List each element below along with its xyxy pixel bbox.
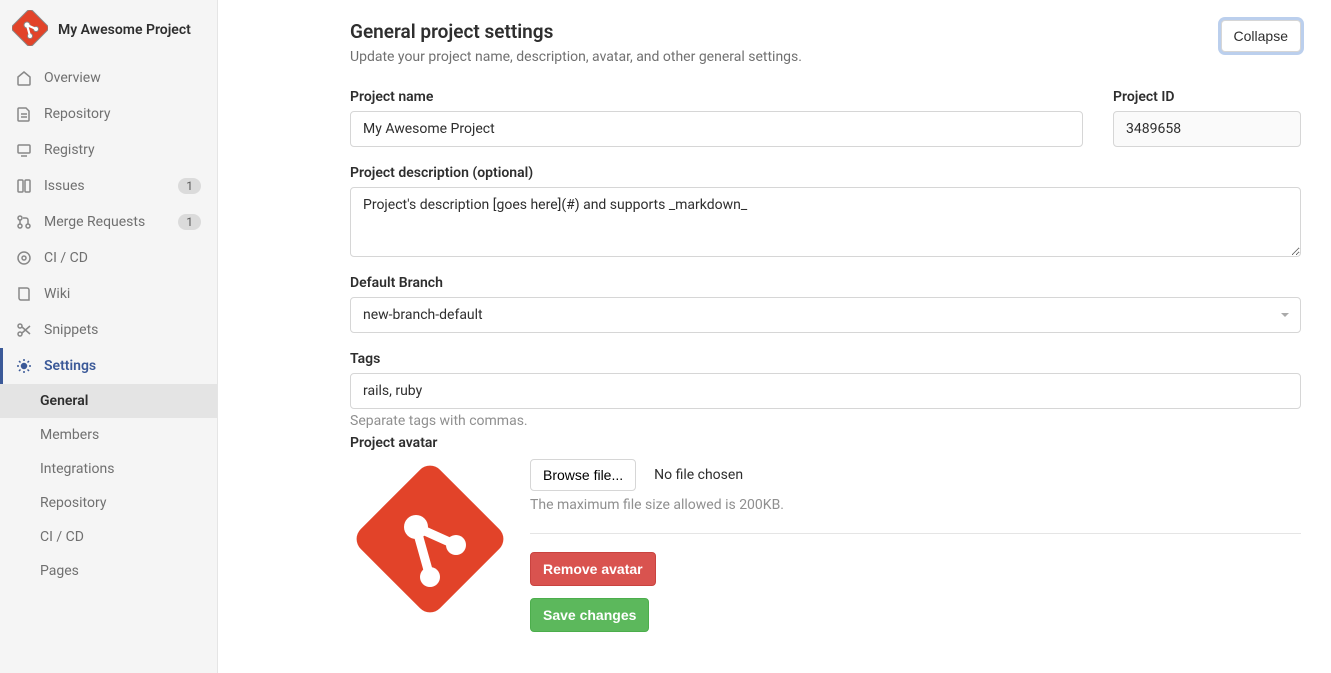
- save-changes-button[interactable]: Save changes: [530, 598, 649, 632]
- project-id-label: Project ID: [1113, 89, 1301, 105]
- avatar-help-text: The maximum file size allowed is 200KB.: [530, 497, 1301, 513]
- page-subtitle: Update your project name, description, a…: [350, 49, 802, 65]
- project-avatar-icon: [12, 10, 48, 50]
- sub-item-ci-cd[interactable]: CI / CD: [0, 520, 217, 554]
- sidebar-item-registry[interactable]: Registry: [0, 132, 217, 168]
- sidebar-item-ci-cd[interactable]: CI / CD: [0, 240, 217, 276]
- description-textarea[interactable]: Project's description [goes here](#) and…: [350, 187, 1301, 257]
- sidebar-item-label: Settings: [44, 358, 201, 374]
- sidebar-item-label: CI / CD: [44, 250, 201, 266]
- sidebar-item-overview[interactable]: Overview: [0, 60, 217, 96]
- sidebar-item-label: Issues: [44, 178, 166, 194]
- badge: 1: [178, 214, 201, 230]
- project-name-label: Project name: [350, 89, 1083, 105]
- browse-file-button[interactable]: Browse file...: [530, 459, 636, 491]
- sidebar-item-wiki[interactable]: Wiki: [0, 276, 217, 312]
- sidebar-item-issues[interactable]: Issues 1: [0, 168, 217, 204]
- book-icon: [16, 286, 32, 302]
- sidebar-item-label: Wiki: [44, 286, 201, 302]
- gear-icon: [16, 358, 32, 374]
- home-icon: [16, 70, 32, 86]
- issues-icon: [16, 178, 32, 194]
- tags-label: Tags: [350, 351, 1301, 367]
- project-avatar-image: [350, 459, 510, 619]
- avatar-label: Project avatar: [350, 435, 1301, 451]
- default-branch-label: Default Branch: [350, 275, 1301, 291]
- badge: 1: [178, 178, 201, 194]
- divider: [530, 533, 1301, 534]
- sidebar-item-snippets[interactable]: Snippets: [0, 312, 217, 348]
- sidebar: My Awesome Project Overview Repository R…: [0, 0, 218, 673]
- pipeline-icon: [16, 250, 32, 266]
- sidebar-header[interactable]: My Awesome Project: [0, 0, 217, 60]
- sidebar-item-merge-requests[interactable]: Merge Requests 1: [0, 204, 217, 240]
- collapse-button[interactable]: Collapse: [1221, 20, 1301, 52]
- sub-item-repository[interactable]: Repository: [0, 486, 217, 520]
- merge-icon: [16, 214, 32, 230]
- remove-avatar-button[interactable]: Remove avatar: [530, 552, 656, 586]
- project-id-input[interactable]: [1113, 111, 1301, 147]
- sidebar-item-label: Registry: [44, 142, 201, 158]
- scissors-icon: [16, 322, 32, 338]
- sidebar-item-repository[interactable]: Repository: [0, 96, 217, 132]
- default-branch-select[interactable]: new-branch-default: [350, 297, 1301, 333]
- sub-item-general[interactable]: General: [0, 384, 217, 418]
- file-icon: [16, 106, 32, 122]
- no-file-text: No file chosen: [654, 467, 743, 483]
- tags-input[interactable]: [350, 373, 1301, 409]
- sub-item-pages[interactable]: Pages: [0, 554, 217, 588]
- main-content: General project settings Update your pro…: [218, 0, 1331, 673]
- monitor-icon: [16, 142, 32, 158]
- page-title: General project settings: [350, 20, 802, 43]
- sub-item-integrations[interactable]: Integrations: [0, 452, 217, 486]
- description-label: Project description (optional): [350, 165, 1301, 181]
- project-title: My Awesome Project: [58, 21, 191, 39]
- tags-help-text: Separate tags with commas.: [350, 413, 1301, 429]
- sidebar-item-label: Snippets: [44, 322, 201, 338]
- sidebar-item-label: Repository: [44, 106, 201, 122]
- project-name-input[interactable]: [350, 111, 1083, 147]
- sidebar-item-label: Overview: [44, 70, 201, 86]
- sidebar-item-label: Merge Requests: [44, 214, 166, 230]
- sidebar-item-settings[interactable]: Settings: [0, 348, 217, 384]
- sub-item-members[interactable]: Members: [0, 418, 217, 452]
